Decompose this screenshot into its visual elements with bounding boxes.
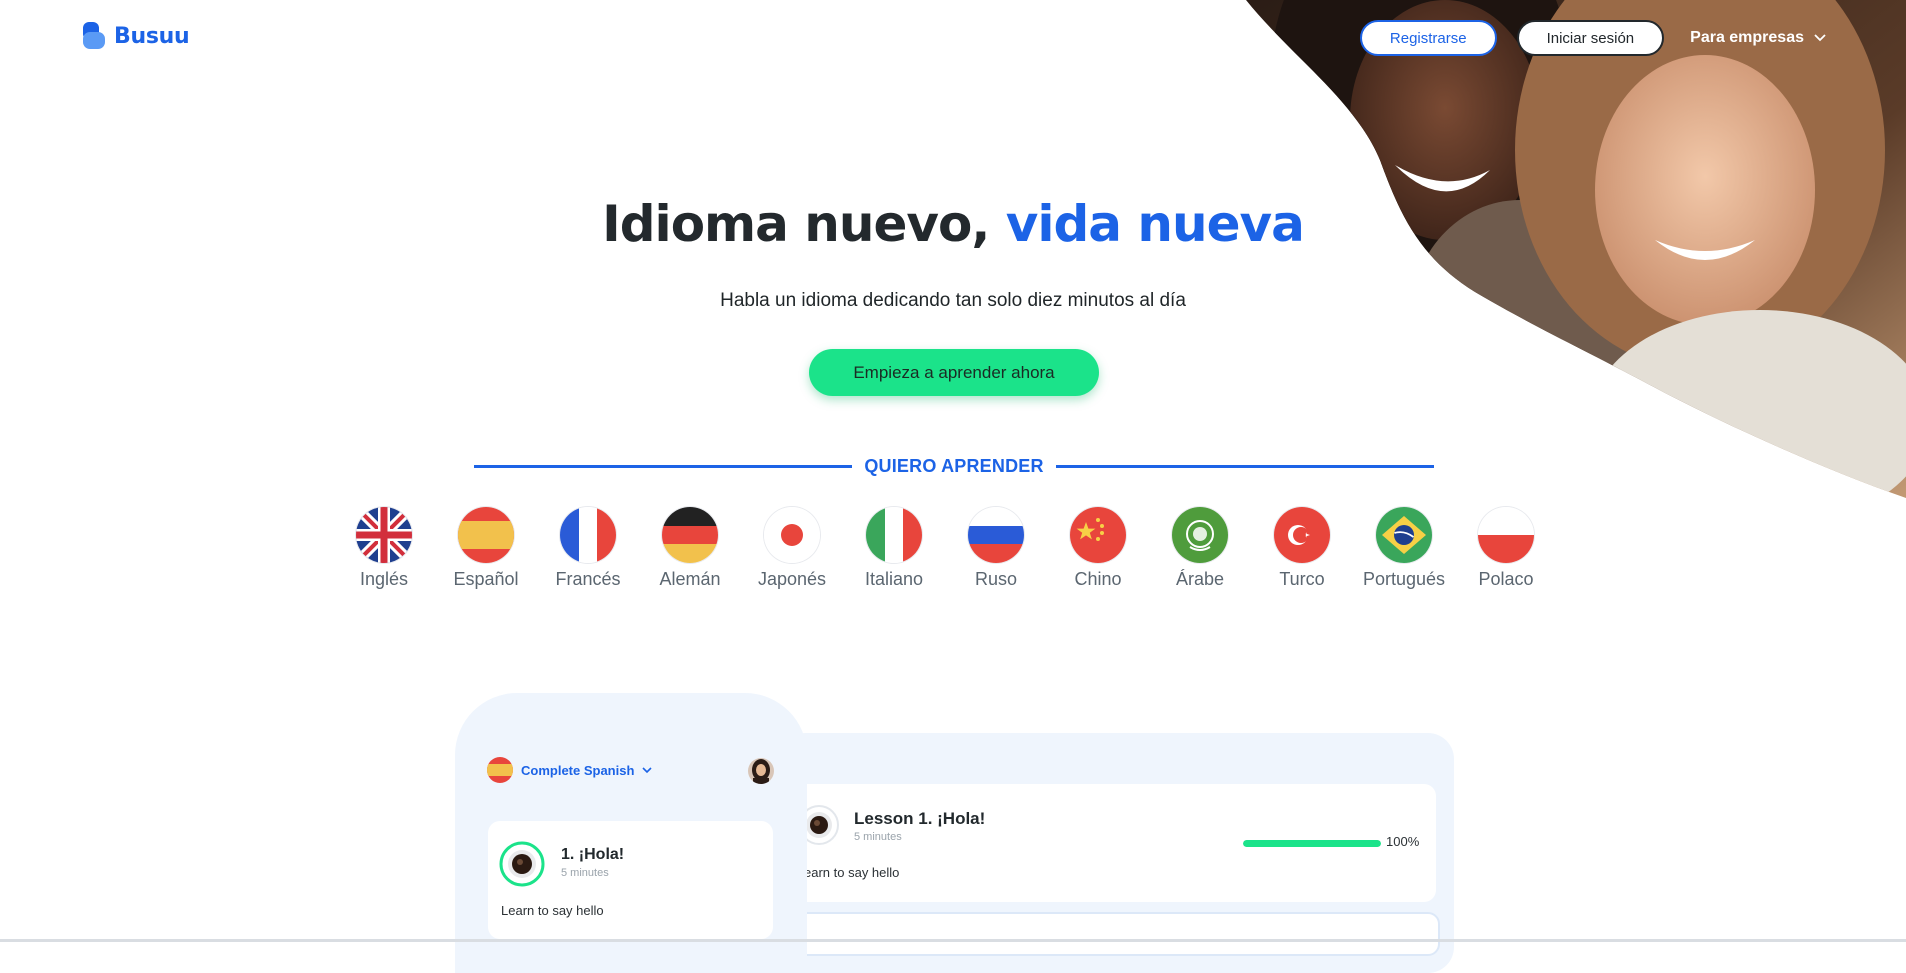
language-label: Francés [555, 569, 621, 589]
language-label: Turco [1279, 569, 1325, 589]
phone-lesson-title: 1. ¡Hola! [561, 846, 625, 863]
language-label: Italiano [864, 569, 924, 589]
hero-headline: Idioma nuevo, vida nueva [0, 195, 1906, 253]
login-button[interactable]: Iniciar sesión [1516, 20, 1665, 56]
japan-flag-icon [764, 507, 820, 563]
language-french[interactable]: Francés [555, 507, 621, 590]
logo-text: Busuu [114, 23, 190, 49]
learn-title: QUIERO APRENDER [864, 456, 1044, 476]
lesson-card[interactable]: Lesson 1. ¡Hola! 5 minutes earn to say h… [790, 784, 1436, 902]
language-label: Japonés [757, 569, 827, 589]
lesson-title: Lesson 1. ¡Hola! [854, 809, 986, 828]
germany-flag-icon [662, 507, 718, 563]
language-turkish[interactable]: Turco [1274, 507, 1330, 590]
lesson-progress-fill [1243, 840, 1381, 847]
china-flag-icon [1070, 507, 1126, 563]
lesson-description: earn to say hello [804, 865, 900, 880]
language-label: Árabe [1175, 569, 1225, 589]
phone-lesson-duration: 5 minutes [561, 867, 609, 879]
lesson-progress-label: 100% [1386, 834, 1420, 849]
course-name: Complete Spanish [521, 762, 635, 778]
coffee-cup-icon [499, 841, 545, 887]
phone-lesson-description: Learn to say hello [501, 903, 604, 918]
language-label: Alemán [659, 569, 721, 589]
business-menu[interactable]: Para empresas [1690, 29, 1826, 47]
top-nav: Registrarse Iniciar sesión Para empresas [1359, 20, 1826, 56]
russia-flag-icon [968, 507, 1024, 563]
language-russian[interactable]: Ruso [968, 507, 1024, 590]
italy-flag-icon [866, 507, 922, 563]
phone-mockup: Complete Spanish 1. ¡Hola! 5 minutes Lea… [455, 693, 807, 973]
divider-line-left [474, 465, 853, 468]
language-chinese[interactable]: Chino [1070, 507, 1126, 590]
brazil-flag-icon [1376, 507, 1432, 563]
language-label: Polaco [1478, 569, 1534, 589]
language-label: Ruso [974, 569, 1018, 589]
chevron-down-icon [1814, 34, 1826, 42]
language-label: Inglés [359, 569, 409, 589]
turkey-flag-icon [1274, 507, 1330, 563]
language-label: Portugués [1362, 569, 1446, 589]
register-button[interactable]: Registrarse [1359, 20, 1497, 56]
language-italian[interactable]: Italiano [864, 507, 924, 590]
spain-flag-icon [487, 757, 513, 783]
chevron-down-icon [642, 766, 652, 773]
learn-divider: QUIERO APRENDER [474, 456, 1435, 477]
headline-accent: vida nueva [1005, 195, 1305, 253]
poland-flag-icon [1478, 507, 1534, 563]
language-arabic[interactable]: Árabe [1172, 507, 1228, 590]
logo[interactable]: Busuu [82, 22, 190, 50]
spain-flag-icon [458, 507, 514, 563]
france-flag-icon [560, 507, 616, 563]
lesson-progress-bar [1243, 840, 1381, 847]
language-english[interactable]: Inglés [356, 507, 412, 590]
next-lesson-card [790, 912, 1440, 956]
language-german[interactable]: Alemán [659, 507, 721, 590]
divider-line-right [1055, 465, 1435, 468]
headline-main: Idioma nuevo, [602, 195, 1006, 253]
start-learning-button[interactable]: Empieza a aprender ahora [809, 349, 1099, 396]
lesson-duration: 5 minutes [854, 831, 902, 843]
language-label: Chino [1074, 569, 1122, 589]
business-menu-label: Para empresas [1690, 29, 1804, 46]
uk-flag-icon [356, 507, 412, 563]
language-spanish[interactable]: Español [453, 507, 519, 590]
language-japanese[interactable]: Japonés [758, 507, 826, 590]
language-label: Español [453, 569, 519, 589]
busuu-logo-icon [83, 22, 105, 49]
arab-league-flag-icon [1172, 507, 1228, 563]
language-list: Inglés Español Francés Alemán Japonés It… [356, 507, 1534, 590]
course-selector[interactable]: Complete Spanish [487, 757, 652, 783]
avatar[interactable] [748, 758, 774, 784]
language-portuguese[interactable]: Portugués [1363, 507, 1445, 590]
language-polish[interactable]: Polaco [1478, 507, 1534, 590]
hero-subtitle: Habla un idioma dedicando tan solo diez … [720, 290, 1186, 311]
phone-lesson-card[interactable]: 1. ¡Hola! 5 minutes Learn to say hello [488, 821, 773, 939]
